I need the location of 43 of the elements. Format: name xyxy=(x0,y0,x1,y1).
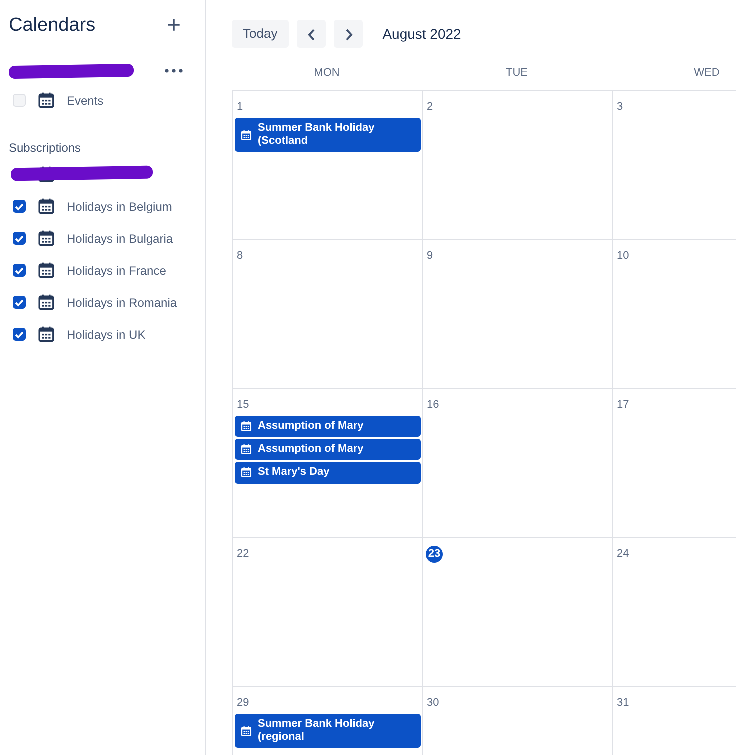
event[interactable]: Assumption of Mary xyxy=(235,416,421,438)
date-number: 1 xyxy=(236,100,244,115)
calendar-name[interactable]: Holidays in Bulgaria xyxy=(67,230,174,248)
date-number: 2 xyxy=(426,100,434,115)
date-number: 17 xyxy=(616,398,630,413)
date-number: 24 xyxy=(616,547,630,562)
event[interactable]: Summer Bank Holiday (regional xyxy=(235,714,421,748)
checkbox[interactable] xyxy=(13,200,26,213)
calendar-name[interactable]: Holidays in France xyxy=(67,262,166,280)
event[interactable]: Summer Bank Holiday (Scotland xyxy=(235,118,421,152)
add-button[interactable]: + xyxy=(162,14,185,38)
date-number: 22 xyxy=(236,547,250,562)
today-button[interactable]: Today xyxy=(232,20,289,48)
weekday-heading: WED xyxy=(693,66,721,81)
checkbox[interactable] xyxy=(13,232,26,245)
event[interactable]: Assumption of Mary xyxy=(235,439,421,460)
date-number: 30 xyxy=(426,696,440,711)
chevron-right-icon xyxy=(344,28,353,41)
today-date: 23 xyxy=(426,546,443,563)
event[interactable]: St Mary's Day xyxy=(235,462,421,484)
checkbox[interactable] xyxy=(13,296,26,309)
date-number: 29 xyxy=(236,696,250,711)
date-number: 8 xyxy=(236,249,244,264)
date-number: 10 xyxy=(616,249,630,264)
month-title: August 2022 xyxy=(382,24,462,44)
checkbox[interactable] xyxy=(13,264,26,277)
checkbox[interactable] xyxy=(13,328,26,341)
date-number: 3 xyxy=(616,100,624,115)
sidebar-title: Calendars xyxy=(9,14,96,38)
calendar-name[interactable]: Holidays in Romania xyxy=(67,294,178,312)
date-number: 9 xyxy=(426,249,434,264)
calendar-name[interactable]: Events xyxy=(67,92,104,110)
calendar-name[interactable]: Holidays in Belgium xyxy=(67,198,172,216)
date-number: 15 xyxy=(236,398,250,413)
calendar-name[interactable]: Holidays in UK xyxy=(67,326,146,344)
previous-button[interactable] xyxy=(296,20,326,48)
weekday-heading: TUE xyxy=(505,66,529,81)
weekday-heading: MON xyxy=(313,66,341,81)
chevron-left-icon xyxy=(308,28,316,41)
date-number: 16 xyxy=(426,398,440,413)
date-number: 31 xyxy=(616,696,630,711)
next-button[interactable] xyxy=(334,20,363,48)
section-heading: Subscriptions xyxy=(9,140,82,156)
